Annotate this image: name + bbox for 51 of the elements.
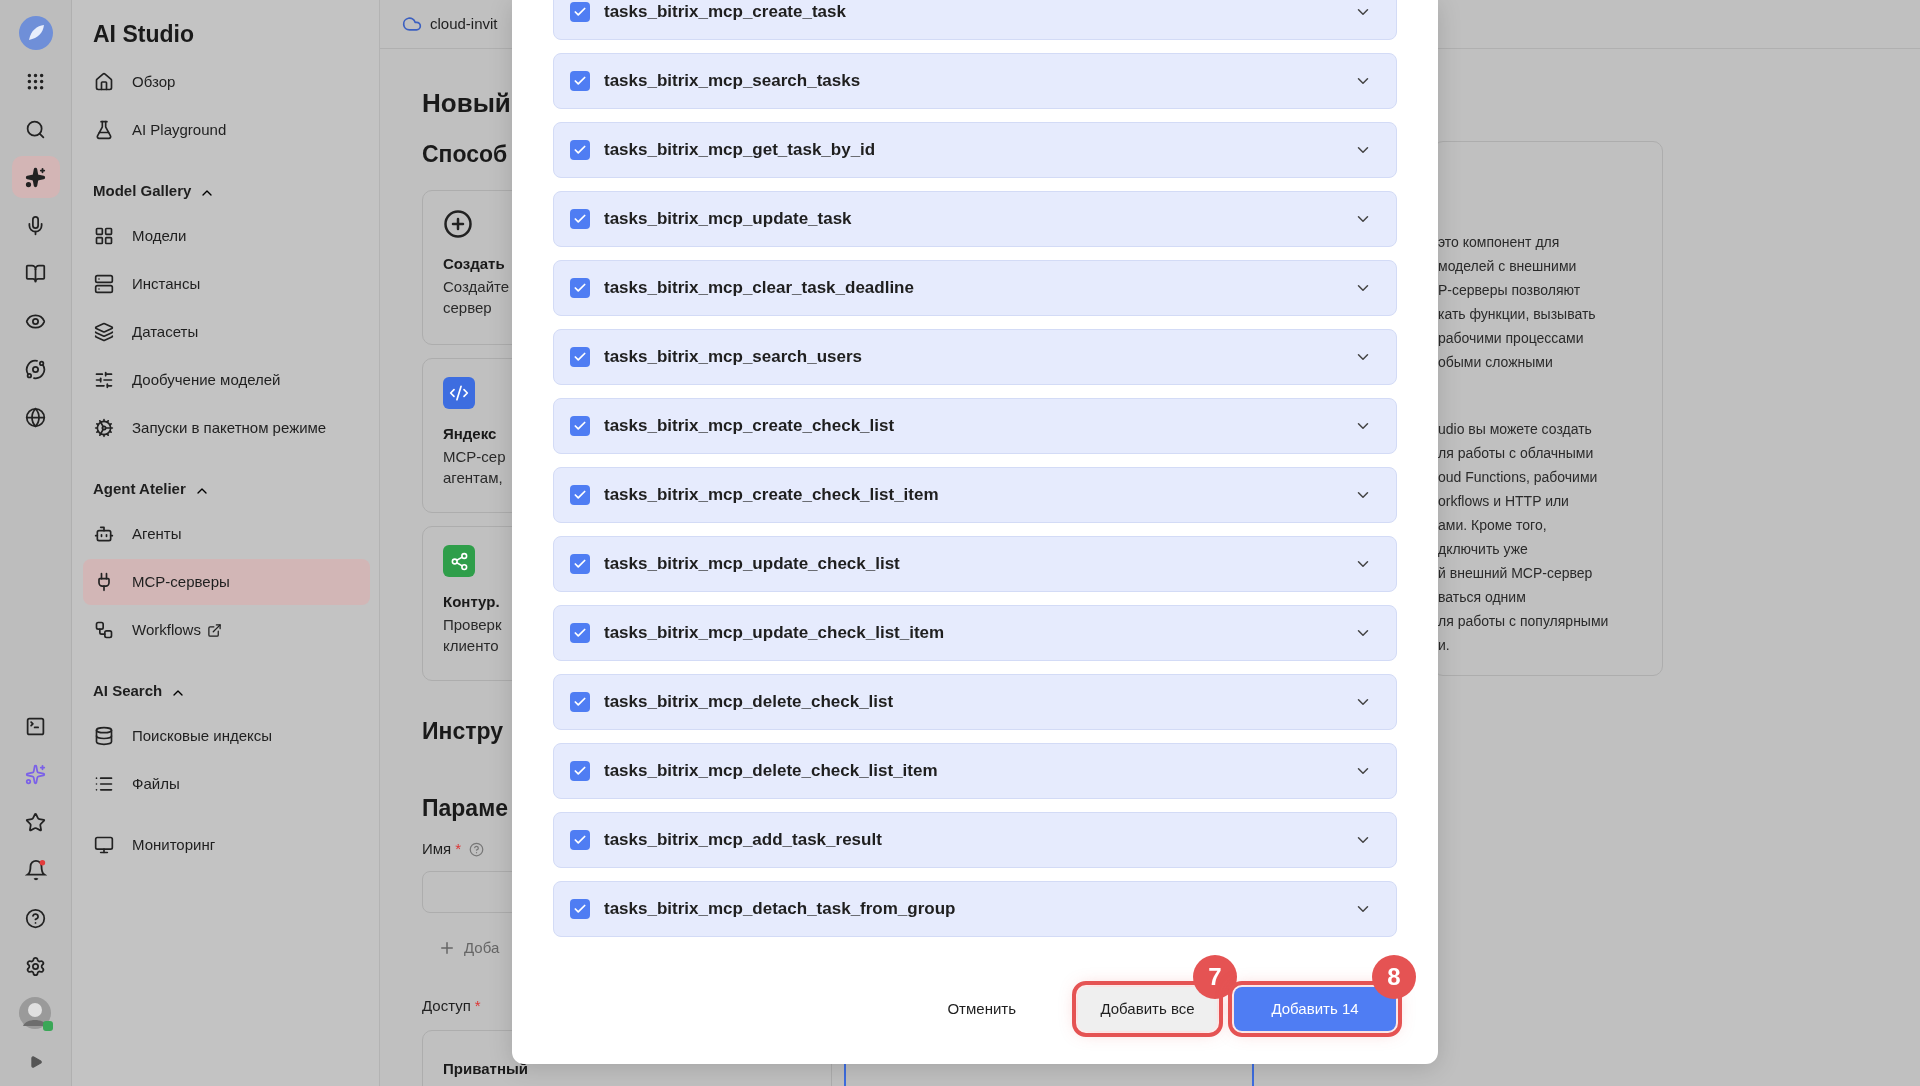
tool-name: tasks_bitrix_mcp_search_users [604,346,863,369]
info-text-line: ля работы с облачными [1438,444,1595,463]
page-title: Новый [422,87,511,120]
tool-name: tasks_bitrix_mcp_create_check_list_item [604,484,940,507]
card-title: Контур. [443,592,500,612]
tool-name: tasks_bitrix_mcp_clear_task_deadline [604,277,915,300]
card-title: Яндекс [443,424,497,444]
card-text: Проверк [443,614,502,635]
info-text-line: дключить уже [1438,540,1529,559]
tool-name: tasks_bitrix_mcp_update_check_list_item [604,622,946,645]
tool-name: tasks_bitrix_mcp_update_task [604,208,853,231]
tool-name: tasks_bitrix_mcp_delete_check_list_item [604,760,939,783]
section-title: Параме [422,794,508,823]
info-text-line: orkflows и HTTP или [1438,492,1570,511]
info-text-line: обыми сложными [1438,353,1554,372]
option-title: Приватный [443,1059,528,1077]
info-text-line: udio вы можете создать [1438,420,1593,439]
info-text-line: ваться одним [1438,588,1527,607]
info-text-line: ами. Кроме того, [1438,516,1548,535]
tool-name: tasks_bitrix_mcp_detach_task_from_group [604,898,957,921]
card-text: клиенто [443,635,499,656]
tool-name: tasks_bitrix_mcp_add_task_result [604,829,883,852]
info-text-line: и. [1438,636,1451,655]
info-text-line: oud Functions, рабочими [1438,468,1599,487]
info-text-line: рабочими процессами [1438,329,1585,348]
tool-name: tasks_bitrix_mcp_create_check_list [604,415,896,438]
callout-badge: 8 [1372,955,1416,999]
required-mark: * [455,839,462,859]
callout-badge: 7 [1193,955,1237,999]
card-text: сервер [443,297,492,318]
card-text: Создайте [443,276,510,297]
field-label: Имя [422,839,452,859]
tool-name: tasks_bitrix_mcp_update_check_list [604,553,901,576]
tool-name: tasks_bitrix_mcp_search_tasks [604,70,862,93]
card-text: MCP-сер [443,446,506,467]
required-mark: * [474,996,481,1016]
app-title: AI Studio [92,19,195,49]
field-label: Доступ [422,996,471,1016]
tool-name: tasks_bitrix_mcp_create_task [604,1,847,24]
tool-name: tasks_bitrix_mcp_delete_check_list [604,691,895,714]
card-text: агентам, [443,467,503,488]
card-title: Создать [443,254,505,274]
info-text-line: ля работы с популярными [1438,612,1610,631]
tool-name: tasks_bitrix_mcp_get_task_by_id [604,139,877,162]
section-title: Способ [422,140,508,169]
info-text-line: й внешний MCP-сервер [1438,564,1594,583]
section-title: Инстру [422,717,504,746]
info-text-line: P-серверы позволяют [1438,281,1582,300]
info-text-line: кать функции, вызывать [1438,305,1597,324]
info-text-line: моделей с внешними [1438,257,1578,276]
info-text-line: это компонент для [1438,233,1561,252]
